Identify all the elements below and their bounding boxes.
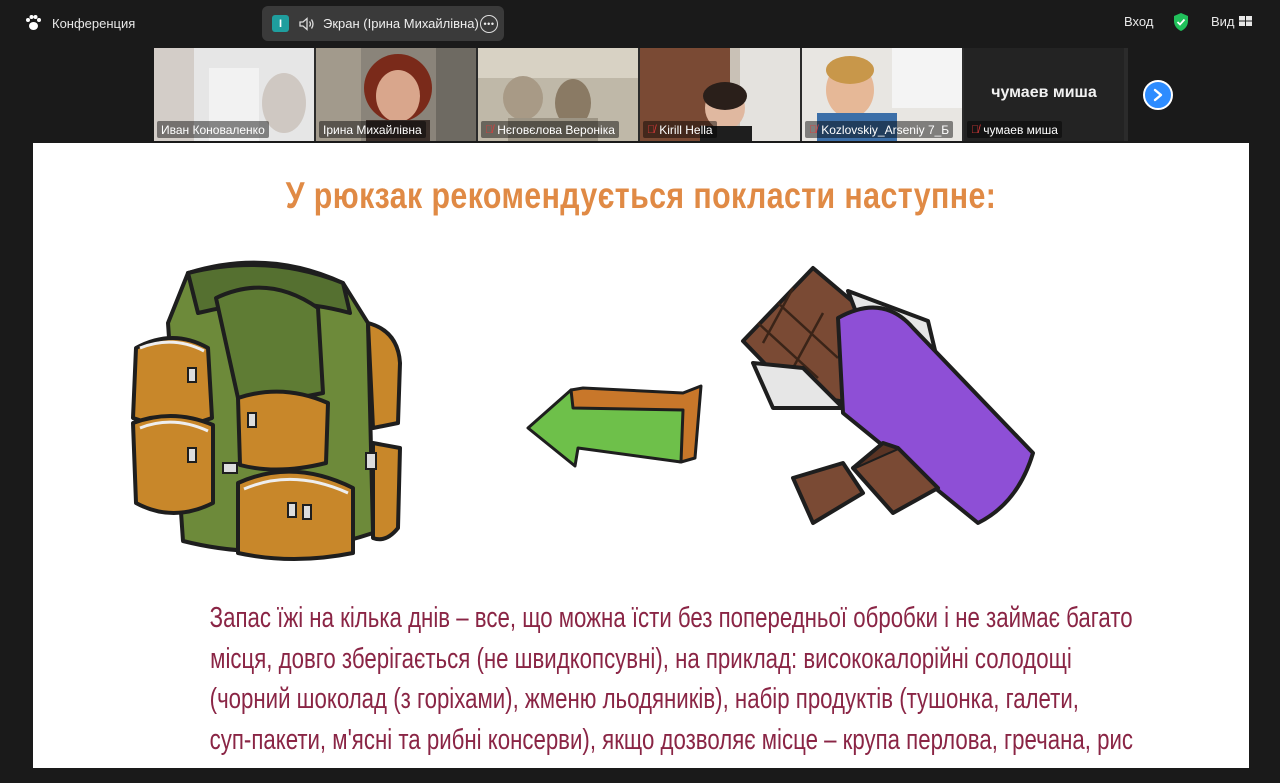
participant-tile-2[interactable]: Ірина Михайлівна: [316, 48, 476, 141]
slide-line: суп-пакети, м'ясні та рибні консерви), я…: [209, 723, 1133, 756]
conference-menu[interactable]: Конференция: [24, 12, 135, 34]
participant-name: Иван Коноваленко: [157, 121, 269, 138]
slide-line: місця, довго зберігається (не швидкопсув…: [210, 642, 1072, 675]
participant-name: 🎙̸ Нєговєлова Вероніка: [481, 121, 619, 138]
participant-name: 🎙̸ Kozlovskiy_Arseniy 7_Б: [805, 121, 954, 138]
speaker-icon: [299, 16, 315, 31]
participant-tile-6[interactable]: чумаев миша 🎙̸ чумаев миша: [964, 48, 1124, 141]
more-options-icon[interactable]: •••: [480, 15, 498, 33]
participant-tile-5[interactable]: 🎙̸ Kozlovskiy_Arseniy 7_Б: [802, 48, 962, 141]
next-page-button[interactable]: [1143, 80, 1173, 110]
arrow-left-illustration: [526, 384, 703, 468]
muted-mic-icon: 🎙̸: [485, 123, 494, 136]
muted-mic-icon: 🎙̸: [809, 123, 818, 136]
shield-check-icon[interactable]: [1172, 12, 1190, 32]
participant-tile-3[interactable]: 🎙̸ Нєговєлова Вероніка: [478, 48, 638, 141]
top-bar: Конференция I Экран (Ірина Михайлівна) •…: [0, 0, 1280, 46]
bottom-toolbar: [0, 768, 1280, 783]
participant-name: Ірина Михайлівна: [319, 121, 426, 138]
screen-share-pill[interactable]: I Экран (Ірина Михайлівна) •••: [262, 6, 504, 41]
share-title: Экран (Ірина Михайлівна): [323, 16, 479, 31]
chocolate-illustration: [741, 266, 1035, 525]
slide-title: У рюкзак рекомендується покласти наступн…: [285, 175, 997, 216]
chevron-right-icon: [1153, 88, 1163, 102]
participant-strip: Иван Коноваленко Ірина Михайлівна 🎙̸ Нєго…: [154, 48, 1128, 141]
presenter-badge: I: [272, 15, 289, 32]
backpack-illustration: [131, 260, 402, 561]
participant-name: 🎙̸ чумаев миша: [967, 121, 1062, 138]
grid-view-icon[interactable]: [1239, 15, 1252, 27]
slide-line: Запас їжі на кілька днів – все, що можна…: [209, 602, 1133, 634]
slide-body-text: Запас їжі на кілька днів – все, що можна…: [88, 598, 1194, 760]
login-link[interactable]: Вход: [1124, 14, 1153, 29]
paw-icon: [26, 15, 41, 30]
slide-line: (чорний шоколад (з горіхами), жменю льод…: [209, 683, 1079, 715]
participant-tile-4[interactable]: 🎙̸ Kirill Hella: [640, 48, 800, 141]
participant-display-name: чумаев миша: [991, 84, 1097, 101]
view-menu[interactable]: Вид: [1211, 14, 1235, 29]
participant-tile-1[interactable]: Иван Коноваленко: [154, 48, 314, 141]
muted-mic-icon: 🎙̸: [971, 123, 980, 136]
conference-label: Конференция: [52, 15, 136, 31]
shared-screen-slide: У рюкзак рекомендується покласти наступн…: [33, 143, 1249, 768]
muted-mic-icon: 🎙̸: [647, 123, 656, 136]
participant-name: 🎙̸ Kirill Hella: [643, 121, 717, 138]
